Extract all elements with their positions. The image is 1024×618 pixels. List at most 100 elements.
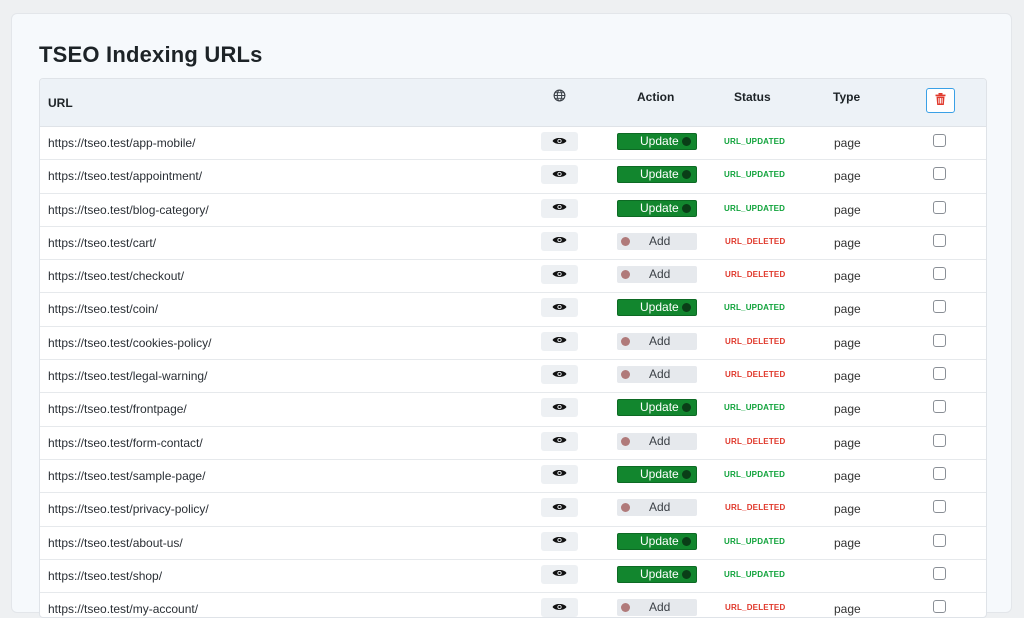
page-title: TSEO Indexing URLs bbox=[39, 42, 263, 67]
action-toggle[interactable]: Add bbox=[617, 499, 697, 517]
view-url-button[interactable] bbox=[541, 564, 578, 584]
toggle-knob bbox=[621, 270, 630, 280]
row-select-checkbox[interactable] bbox=[933, 600, 946, 614]
delete-selected-button[interactable] bbox=[926, 88, 955, 113]
eye-icon bbox=[552, 567, 567, 581]
toggle-knob bbox=[682, 137, 691, 146]
row-type: page bbox=[834, 435, 861, 450]
action-toggle-label: Add bbox=[649, 233, 671, 248]
view-url-button[interactable] bbox=[541, 598, 578, 617]
action-toggle[interactable]: Update bbox=[617, 299, 697, 317]
row-type: page bbox=[834, 468, 861, 483]
row-url: https://tseo.test/legal-warning/ bbox=[48, 369, 208, 384]
table-row: https://tseo.test/sample-page/Update URL_… bbox=[40, 460, 986, 494]
row-url: https://tseo.test/sample-page/ bbox=[48, 468, 206, 483]
row-select-checkbox[interactable] bbox=[933, 300, 946, 314]
action-toggle-label: Update bbox=[640, 134, 679, 148]
row-url: https://tseo.test/frontpage/ bbox=[48, 402, 187, 417]
action-toggle-label: Update bbox=[640, 466, 679, 481]
action-toggle[interactable]: Update bbox=[617, 133, 697, 150]
row-select-checkbox[interactable] bbox=[933, 333, 946, 347]
status-badge: URL_DELETED bbox=[725, 503, 786, 513]
row-type: page bbox=[834, 369, 861, 384]
row-select-checkbox[interactable] bbox=[933, 400, 946, 414]
action-toggle[interactable]: Add bbox=[617, 266, 697, 284]
eye-icon bbox=[552, 334, 567, 348]
action-toggle-label: Update bbox=[640, 400, 679, 415]
row-url: https://tseo.test/shop/ bbox=[48, 568, 163, 583]
view-url-button[interactable] bbox=[541, 198, 578, 218]
view-url-button[interactable] bbox=[541, 231, 578, 251]
row-url: https://tseo.test/privacy-policy/ bbox=[48, 502, 209, 517]
row-url: https://tseo.test/my-account/ bbox=[48, 602, 199, 617]
status-badge: URL_DELETED bbox=[725, 603, 786, 613]
column-header-url: URL bbox=[48, 96, 73, 110]
table-row: https://tseo.test/privacy-policy/Add URL_… bbox=[40, 493, 986, 527]
table-row: https://tseo.test/cart/Add URL_DELETED pag… bbox=[40, 227, 986, 261]
action-toggle-label: Update bbox=[640, 200, 679, 215]
view-url-button[interactable] bbox=[541, 498, 578, 518]
row-select-checkbox[interactable] bbox=[933, 134, 946, 147]
action-toggle[interactable]: Update bbox=[617, 399, 697, 417]
toggle-knob bbox=[682, 170, 691, 180]
action-toggle[interactable]: Add bbox=[617, 599, 697, 617]
toggle-knob bbox=[682, 469, 691, 479]
row-url: https://tseo.test/app-mobile/ bbox=[48, 136, 196, 150]
eye-icon bbox=[552, 201, 567, 215]
view-url-button[interactable] bbox=[541, 398, 578, 418]
indexing-card: TSEO Indexing URLs URL Action Status Typ… bbox=[11, 13, 1012, 618]
table-row: https://tseo.test/shop/Update URL_UPDATED bbox=[40, 560, 986, 594]
toggle-knob bbox=[621, 336, 630, 346]
action-toggle[interactable]: Update bbox=[617, 532, 697, 550]
row-url: https://tseo.test/cookies-policy/ bbox=[48, 335, 212, 350]
eye-icon bbox=[552, 234, 567, 248]
row-select-checkbox[interactable] bbox=[933, 566, 946, 580]
view-url-button[interactable] bbox=[541, 464, 578, 484]
status-badge: URL_DELETED bbox=[725, 436, 786, 446]
eye-icon bbox=[552, 168, 567, 182]
row-select-checkbox[interactable] bbox=[933, 466, 946, 480]
status-badge: URL_UPDATED bbox=[724, 469, 786, 479]
view-url-button[interactable] bbox=[541, 331, 578, 351]
view-url-button[interactable] bbox=[541, 431, 578, 451]
status-badge: URL_DELETED bbox=[725, 270, 786, 280]
toggle-knob bbox=[621, 236, 630, 246]
view-url-button[interactable] bbox=[541, 531, 578, 551]
row-select-checkbox[interactable] bbox=[933, 200, 946, 214]
status-badge: URL_DELETED bbox=[725, 336, 786, 346]
table-row: https://tseo.test/blog-category/Update UR… bbox=[40, 194, 986, 227]
action-toggle[interactable]: Add bbox=[617, 232, 697, 250]
row-select-checkbox[interactable] bbox=[933, 267, 946, 281]
action-toggle-label: Add bbox=[649, 500, 671, 515]
action-toggle[interactable]: Add bbox=[617, 332, 697, 350]
row-select-checkbox[interactable] bbox=[933, 367, 946, 381]
view-url-button[interactable] bbox=[541, 132, 578, 151]
eye-icon bbox=[552, 301, 567, 315]
action-toggle[interactable]: Add bbox=[617, 432, 697, 450]
action-toggle[interactable]: Update bbox=[617, 199, 697, 217]
view-url-button[interactable] bbox=[541, 298, 578, 318]
row-select-checkbox[interactable] bbox=[933, 233, 946, 247]
table-header: URL Action Status Type bbox=[40, 79, 986, 127]
row-select-checkbox[interactable] bbox=[933, 500, 946, 514]
toggle-knob bbox=[682, 303, 691, 313]
row-select-checkbox[interactable] bbox=[933, 167, 946, 181]
table-row: https://tseo.test/app-mobile/Update URL_U… bbox=[40, 127, 986, 161]
view-url-button[interactable] bbox=[541, 165, 578, 185]
action-toggle[interactable]: Update bbox=[617, 565, 697, 583]
view-url-button[interactable] bbox=[541, 265, 578, 285]
view-url-button[interactable] bbox=[541, 365, 578, 385]
toggle-knob bbox=[621, 503, 630, 513]
action-toggle-label: Update bbox=[640, 566, 679, 581]
row-select-checkbox[interactable] bbox=[933, 533, 946, 547]
action-toggle[interactable]: Update bbox=[617, 465, 697, 483]
column-header-action: Action bbox=[637, 90, 675, 104]
row-select-checkbox[interactable] bbox=[933, 433, 946, 447]
row-type: page bbox=[834, 235, 861, 250]
action-toggle[interactable]: Update bbox=[617, 166, 697, 184]
eye-icon bbox=[552, 368, 567, 382]
action-toggle[interactable]: Add bbox=[617, 366, 697, 384]
toggle-knob bbox=[682, 536, 691, 546]
status-badge: URL_UPDATED bbox=[724, 569, 786, 579]
table-row: https://tseo.test/form-contact/Add URL_DE… bbox=[40, 427, 986, 460]
